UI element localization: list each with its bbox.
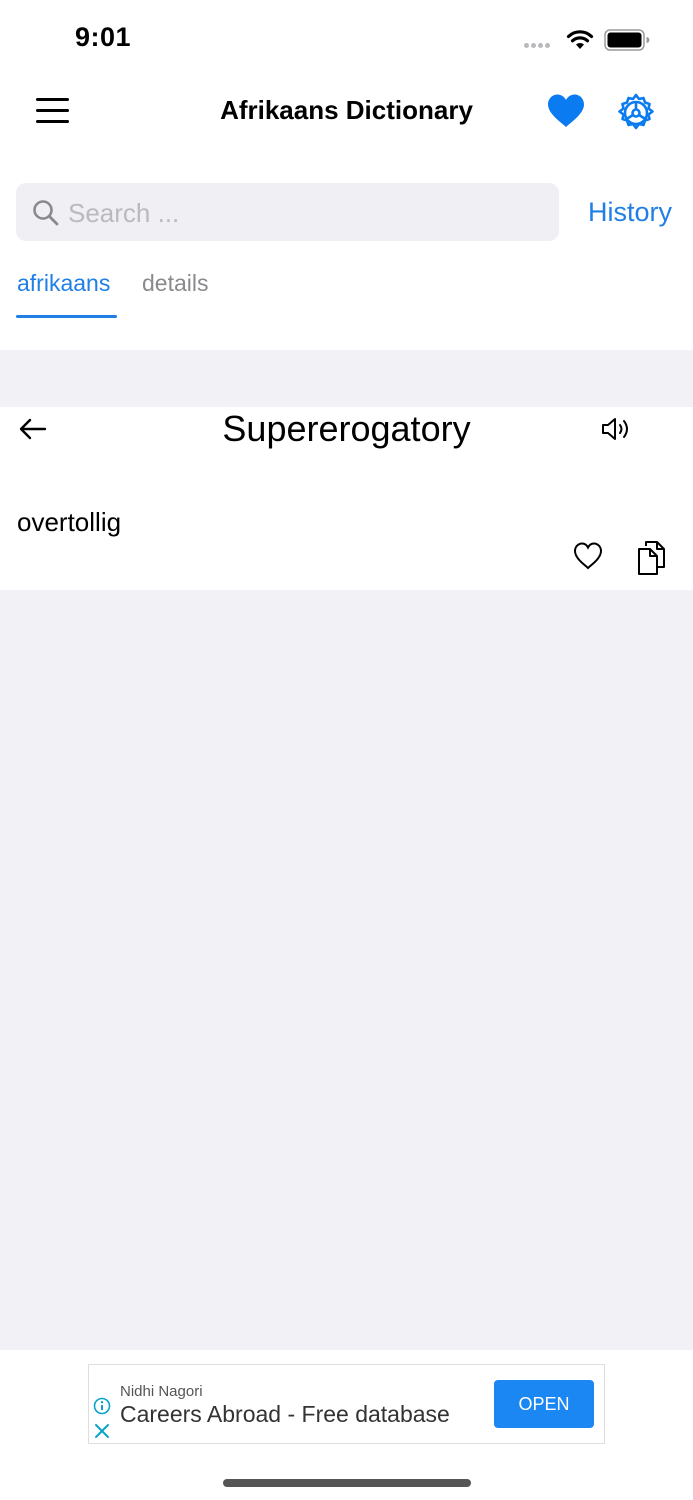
word-title: Supererogatory: [222, 408, 471, 449]
menu-button[interactable]: [36, 98, 69, 124]
content-background: [0, 590, 693, 1350]
info-icon[interactable]: [93, 1397, 111, 1415]
wifi-icon: [566, 30, 594, 49]
ad-open-button[interactable]: OPEN: [494, 1380, 594, 1428]
cellular-signal-icon: [524, 43, 556, 49]
search-icon: [33, 200, 59, 226]
close-icon[interactable]: [93, 1422, 111, 1440]
tab-afrikaans[interactable]: afrikaans: [17, 270, 110, 297]
settings-gear-icon[interactable]: [615, 92, 657, 134]
copy-icon[interactable]: [636, 539, 668, 577]
status-time: 9:01: [75, 22, 132, 52]
favorites-heart-icon[interactable]: [546, 93, 586, 129]
back-arrow-icon[interactable]: [18, 417, 48, 441]
app-title: Afrikaans Dictionary: [220, 95, 473, 125]
ad-advertiser: Nidhi Nagori: [120, 1383, 203, 1400]
section-divider: [0, 350, 693, 407]
home-indicator[interactable]: [223, 1479, 471, 1487]
translation-text: overtollig: [17, 507, 122, 537]
speaker-icon[interactable]: [600, 415, 634, 443]
ad-headline[interactable]: Careers Abroad - Free database: [120, 1401, 450, 1428]
history-button[interactable]: History: [588, 197, 672, 228]
search-input[interactable]: [68, 194, 538, 232]
tab-details[interactable]: details: [142, 270, 208, 297]
active-tab-indicator: [16, 315, 117, 318]
heart-outline-icon[interactable]: [573, 542, 603, 570]
battery-icon: [604, 29, 650, 51]
